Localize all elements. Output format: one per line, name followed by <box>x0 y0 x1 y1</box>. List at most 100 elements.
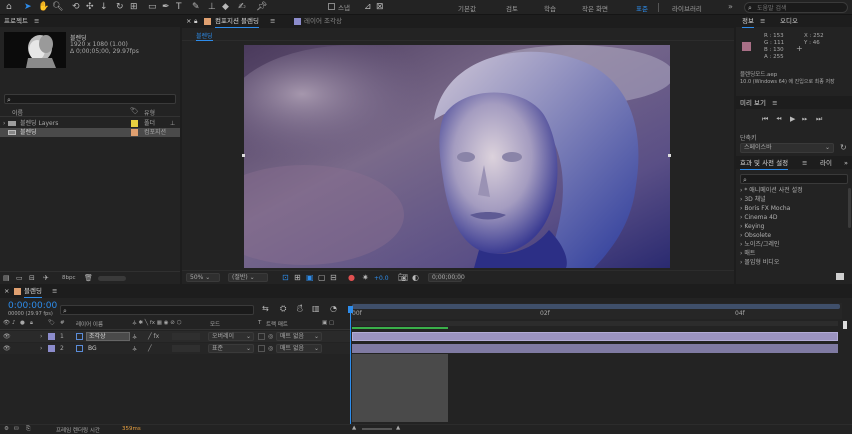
preview-tab[interactable]: 미리 보기 <box>740 99 766 107</box>
play-icon[interactable]: ▶ <box>790 115 795 123</box>
menu-default[interactable]: 기본값 <box>458 3 476 13</box>
exposure-icon[interactable]: ✷ <box>362 273 369 283</box>
col-type[interactable]: 유형 <box>144 108 155 117</box>
panel-menu-icon[interactable]: ≡ <box>52 286 57 297</box>
panel-menu-icon[interactable]: ≡ <box>34 17 39 25</box>
zoom-in-icon[interactable]: ▲ <box>396 425 400 431</box>
roto-brush-icon[interactable]: ✍ <box>238 2 246 12</box>
timeline-end-handle[interactable] <box>843 321 847 329</box>
zoom-out-icon[interactable]: ▲ <box>352 425 356 431</box>
last-frame-icon[interactable]: ⏭︎ <box>816 115 822 124</box>
blend-mode-dropdown[interactable]: 오버레이 ⌄ <box>208 332 254 341</box>
toggle-modes-icon[interactable]: ⛁ <box>14 426 19 432</box>
menu-review[interactable]: 검토 <box>506 3 518 13</box>
layer-row[interactable]: 👁︎ › 2 BG ⚶ ╱ 표준 ⌄ ◎ 매트 없음 ⌄ <box>0 343 350 354</box>
panel-menu-icon[interactable]: ≡ <box>270 16 275 27</box>
layer-label-swatch[interactable] <box>48 345 55 352</box>
rectangle-tool-icon[interactable]: ▭ <box>148 2 157 12</box>
effect-category[interactable]: › * 애니메이션 사전 설정 <box>740 187 803 196</box>
type-tool-icon[interactable]: T <box>176 2 182 12</box>
col-layer-name[interactable]: 레이어 이름 <box>76 320 103 328</box>
effect-category[interactable]: › Keying <box>740 223 764 232</box>
hand-tool-icon[interactable]: ✋ <box>38 2 49 12</box>
close-tab-icon[interactable]: × <box>186 16 191 27</box>
comp-viewer[interactable] <box>244 45 670 268</box>
next-frame-icon[interactable]: ⏩︎ <box>802 115 808 124</box>
new-comp-icon[interactable]: ⊟ <box>29 273 35 283</box>
project-settings-icon[interactable]: ✈ <box>43 273 49 283</box>
menu-learn[interactable]: 학습 <box>544 3 556 13</box>
viewer-handle[interactable] <box>242 154 245 157</box>
snap-options-icon[interactable]: ⊿ <box>364 2 372 12</box>
prev-frame-icon[interactable]: ⏪︎ <box>776 115 782 124</box>
layer-name[interactable]: BG <box>88 343 97 354</box>
orbit-tool-icon[interactable]: ⟲ <box>72 2 80 12</box>
layer-switches[interactable]: ⚶ <box>132 343 137 354</box>
close-tab-icon[interactable]: × <box>4 286 9 297</box>
help-search-field[interactable]: ⌕ <box>744 2 848 13</box>
effect-category[interactable]: › Boris FX Mocha <box>740 205 790 214</box>
timeline-search-field[interactable]: ⌕ <box>60 305 254 315</box>
effects-scrollbar[interactable] <box>848 188 851 228</box>
matte-icon[interactable]: ◎ <box>268 331 273 342</box>
zoom-dropdown[interactable]: 50% ⌄ <box>186 273 220 282</box>
matte-icon[interactable]: ◎ <box>268 343 273 354</box>
clone-stamp-icon[interactable]: ⊥ <box>208 2 216 12</box>
mask-visibility-icon[interactable]: ▣ <box>306 273 314 283</box>
dolly-tool-icon[interactable]: ↓ <box>100 2 108 12</box>
workspace-overflow[interactable]: » <box>728 2 733 11</box>
libraries-tab[interactable]: 라이 <box>820 158 832 169</box>
new-folder-icon[interactable]: ▭ <box>16 273 23 283</box>
pen-tool-icon[interactable]: ✒ <box>162 2 170 12</box>
col-mode[interactable]: 모드 <box>210 320 220 328</box>
grid-icon[interactable]: ⊟ <box>330 273 337 283</box>
transparency-grid-icon[interactable]: ⊞ <box>294 273 301 283</box>
info-tab[interactable]: 정보 <box>742 16 754 28</box>
project-search-field[interactable]: ⌕ <box>4 94 176 104</box>
panel-menu-icon[interactable]: ≡ <box>772 99 777 107</box>
audio-tab[interactable]: 오디오 <box>780 16 798 27</box>
effects-search-input[interactable] <box>753 176 843 183</box>
time-ruler[interactable]: 00f 02f 04f <box>350 303 842 319</box>
comp-flowchart-icon[interactable]: ⇆ <box>262 304 269 314</box>
eye-icon[interactable]: 👁︎ <box>3 343 11 354</box>
timeline-tab[interactable]: 블렌딩 <box>24 286 42 298</box>
expand-arrow-icon[interactable]: › <box>40 331 42 342</box>
timeline-timecode[interactable]: 0:00:00:00 <box>8 301 57 311</box>
effect-category[interactable]: › Cinema 4D <box>740 214 778 223</box>
panel-overflow-icon[interactable]: » <box>844 158 848 169</box>
current-time-indicator[interactable] <box>350 308 351 424</box>
motion-blur-icon[interactable]: ◔ <box>330 304 337 314</box>
help-search-input[interactable] <box>757 4 845 12</box>
playhead-icon[interactable] <box>348 306 353 313</box>
timeline-search-input[interactable] <box>73 307 249 314</box>
snap-checkbox[interactable] <box>328 3 335 10</box>
color-channels-icon[interactable]: ● <box>348 273 355 283</box>
bpc-label[interactable]: 8bpc <box>62 275 76 281</box>
home-icon[interactable]: ⌂ <box>6 2 12 12</box>
frame-blending-icon[interactable]: ▥ <box>312 304 320 314</box>
effect-category[interactable]: › 몰입형 비디오 <box>740 259 779 268</box>
timecode-display[interactable]: 0;00;00;00 <box>428 273 465 282</box>
rotate-tool-icon[interactable]: ↻ <box>116 2 124 12</box>
effect-category[interactable]: › 매트 <box>740 250 755 259</box>
blend-mode-dropdown[interactable]: 표준 ⌄ <box>208 344 254 353</box>
effects-search-field[interactable]: ⌕ <box>740 174 848 184</box>
first-frame-icon[interactable]: ⏮︎ <box>762 115 768 124</box>
interpret-footage-icon[interactable]: ▤ <box>3 273 10 283</box>
track-matte-dropdown[interactable]: 매트 없음 ⌄ <box>276 344 322 353</box>
layer-tab[interactable]: 레이어 조각상 <box>304 16 342 27</box>
panel-menu-icon[interactable]: ≡ <box>802 158 807 169</box>
eye-icon[interactable]: 👁︎ <box>3 331 11 342</box>
selection-tool-icon[interactable]: ➤ <box>24 2 32 12</box>
track-matte-dropdown[interactable]: 매트 없음 ⌄ <box>276 332 322 341</box>
pan-tool-icon[interactable]: ✣ <box>86 2 94 12</box>
layer-row[interactable]: 👁︎ › 1 조각상 ⚶ ╱ fx 오버레이 ⌄ ◎ 매트 없음 ⌄ <box>0 331 350 342</box>
menu-libraries[interactable]: 라이브러리 <box>672 3 702 13</box>
col-trackmatte[interactable]: 트랙 매트 <box>266 320 288 328</box>
pan-behind-icon[interactable]: ⊞ <box>130 2 138 12</box>
flowchart-icon[interactable]: ⊥ <box>170 119 175 128</box>
expand-arrow-icon[interactable]: › <box>40 343 42 354</box>
menu-standard[interactable]: 표준 <box>636 3 648 13</box>
toggle-in-out-icon[interactable]: ⎘ <box>26 426 30 433</box>
